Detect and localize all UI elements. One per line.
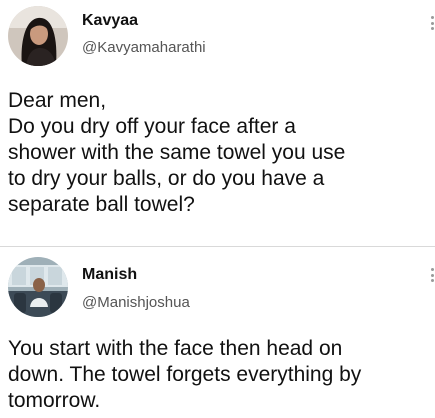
tweet-text-line: separate ball towel? [8,193,195,216]
author-handle[interactable]: @Kavyamaharathi [82,39,206,56]
profile-photo-icon [8,6,68,66]
tweet-text: You start with the face then head on dow… [8,336,433,414]
tweet-card[interactable]: Kavyaa @Kavyamaharathi Dear men, Do you … [0,0,435,246]
author-avatar[interactable] [8,6,68,66]
more-options-icon[interactable] [429,268,435,282]
tweet-text-line: Dear men, [8,89,107,112]
tweet-text-line: down. The towel forgets everything by [8,363,362,386]
author-name[interactable]: Manish [82,266,137,284]
author-name[interactable]: Kavyaa [82,12,138,30]
author-handle[interactable]: @Manishjoshua [82,294,190,311]
tweet-text-line: tomorrow. [8,389,101,412]
tweet-text: Dear men, Do you dry off your face after… [8,88,433,218]
profile-photo-icon [8,257,68,317]
tweet-card[interactable]: Manish @Manishjoshua You start with the … [0,247,435,418]
tweet-text-line: to dry your balls, or do you have a [8,167,325,190]
tweet-text-line: shower with the same towel you use [8,141,346,164]
tweet-text-line: You start with the face then head on [8,337,343,360]
tweet-text-line: Do you dry off your face after a [8,115,296,138]
more-options-icon[interactable] [429,16,435,30]
author-avatar[interactable] [8,257,68,317]
